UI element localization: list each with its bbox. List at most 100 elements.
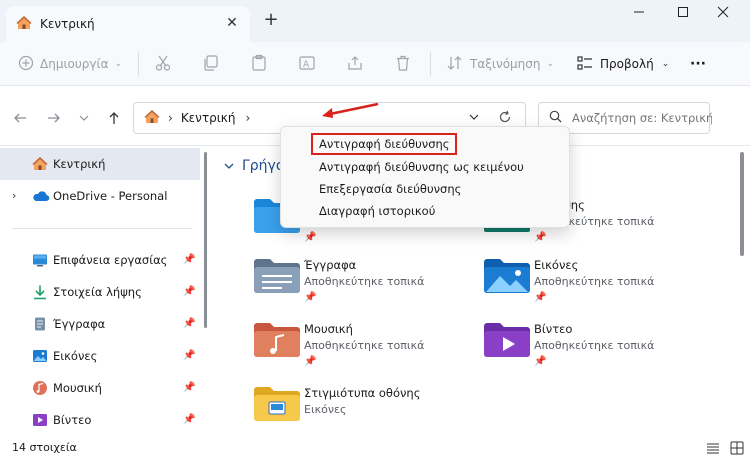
tile-status: Αποθηκεύτηκε τοπικά [534,339,655,352]
delete-button[interactable] [394,42,412,86]
chevron-right-icon[interactable]: › [245,111,250,125]
tile-name: Εικόνες [534,258,579,272]
tab-title: Κεντρική [40,17,95,31]
maximize-button[interactable] [668,2,698,22]
folder-tile-screenshots[interactable]: Στιγμιότυπα οθόνης Εικόνες [252,384,472,444]
tile-name: Έγγραφα [304,258,357,272]
sidebar-item-documents[interactable]: Έγγραφα 📌 [0,308,200,340]
pin-icon[interactable]: 📌 [183,254,195,265]
folder-tile-music[interactable]: Μουσική Αποθηκεύτηκε τοπικά 📌 [252,320,472,380]
new-button[interactable]: Δημιουργία ⌄ [18,42,122,86]
paste-button[interactable] [250,42,268,86]
sidebar-item-label: Μουσική [53,381,102,395]
cloud-icon [32,188,50,204]
search-input[interactable] [572,111,712,125]
folder-tile-video[interactable]: Βίντεο Αποθηκεύτηκε τοπικά 📌 [482,320,702,380]
tab-close-icon[interactable]: ✕ [224,15,240,31]
address-history-dropdown[interactable] [468,111,480,126]
pin-icon[interactable]: 📌 [183,350,195,361]
section-title: Γρήγο [242,158,285,174]
sidebar-item-onedrive[interactable]: › OneDrive - Personal [0,180,200,212]
pin-icon[interactable]: 📌 [183,414,195,425]
up-button[interactable] [104,108,124,128]
title-bar: Κεντρική ✕ + [0,0,750,42]
tab-home[interactable]: Κεντρική ✕ [6,6,250,42]
toolbar-divider [430,52,431,76]
screenshots-folder-icon [252,384,302,424]
documents-folder-icon [252,256,302,296]
pin-icon[interactable]: 📌 [534,232,546,243]
sidebar-item-music[interactable]: Μουσική 📌 [0,372,200,404]
share-button[interactable] [346,42,364,86]
details-view-button[interactable] [706,441,720,458]
cut-button[interactable] [154,42,172,86]
search-icon [549,110,562,126]
new-button-label: Δημιουργία [40,57,109,71]
share-icon [346,54,364,75]
svg-text:A: A [303,60,310,70]
forward-button[interactable] [44,108,64,128]
pin-icon[interactable]: 📌 [183,382,195,393]
pin-icon[interactable]: 📌 [183,286,195,297]
pin-icon[interactable]: 📌 [183,318,195,329]
pin-icon[interactable]: 📌 [534,292,546,303]
menu-item-copy-address[interactable]: Αντιγραφή διεύθυνσης [319,137,450,151]
recent-locations-button[interactable] [74,108,94,128]
chevron-down-icon: ⌄ [546,59,555,69]
sidebar-item-video[interactable]: Βίντεο 📌 [0,404,200,436]
item-count: 14 στοιχεία [12,441,77,454]
pin-icon[interactable]: 📌 [304,292,316,303]
sidebar-item-desktop[interactable]: Επιφάνεια εργασίας 📌 [0,244,200,276]
refresh-button[interactable] [498,110,512,127]
content-scrollbar[interactable] [740,152,744,256]
menu-item-edit-address[interactable]: Επεξεργασία διεύθυνσης [319,182,461,196]
chevron-right-icon[interactable]: › [12,189,16,202]
sidebar-divider [12,228,192,229]
tile-name: Βίντεο [534,322,573,336]
menu-item-copy-address-as-text[interactable]: Αντιγραφή διεύθυνσης ως κειμένου [319,160,524,174]
tile-status: Εικόνες [304,403,347,416]
sidebar-item-label: OneDrive - Personal [53,189,168,203]
sort-button[interactable]: Ταξινόμηση ⌄ [446,42,554,86]
scissors-icon [154,54,172,75]
tiles-view-button[interactable] [730,441,744,458]
copy-button[interactable] [202,42,220,86]
sidebar-item-label: Επιφάνεια εργασίας [53,253,168,267]
minimize-button[interactable] [624,2,654,22]
download-icon [32,284,48,300]
view-button[interactable]: Προβολή ⌄ [576,42,669,86]
sort-label: Ταξινόμηση [470,57,541,71]
chevron-down-icon [79,115,89,121]
sidebar-item-home[interactable]: Κεντρική [0,148,200,180]
documents-icon [32,316,48,332]
folder-tile-pictures[interactable]: Εικόνες Αποθηκεύτηκε τοπικά 📌 [482,256,702,316]
sidebar-item-pictures[interactable]: Εικόνες 📌 [0,340,200,372]
refresh-icon [499,110,511,123]
chevron-down-icon: ⌄ [661,59,670,69]
chevron-right-icon: › [168,111,173,125]
folder-tile-documents[interactable]: Έγγραφα Αποθηκεύτηκε τοπικά 📌 [252,256,472,316]
copy-icon [202,54,220,75]
menu-item-delete-history[interactable]: Διαγραφή ιστορικού [319,204,435,218]
back-button[interactable] [10,108,30,128]
tile-name: Μουσική [304,322,353,336]
pin-icon[interactable]: 📌 [534,356,546,367]
rename-button[interactable]: A [298,42,316,86]
annotation-arrow-icon [322,102,379,118]
pin-icon[interactable]: 📌 [304,356,316,367]
sidebar-item-label: Βίντεο [53,413,92,427]
sidebar-scrollbar[interactable] [204,152,207,328]
sidebar-item-downloads[interactable]: Στοιχεία λήψης 📌 [0,276,200,308]
chevron-down-icon [224,163,234,169]
command-bar: Δημιουργία ⌄ A Ταξινόμηση ⌄ Προβολή ⌄ ··… [0,42,750,86]
quick-access-header[interactable]: Γρήγο [224,158,284,174]
details-view-icon [707,443,719,454]
navigation-pane: Κεντρική › OneDrive - Personal Επιφάνεια… [0,146,200,438]
close-window-button[interactable] [708,2,738,22]
pin-icon[interactable]: 📌 [304,232,316,243]
music-icon [32,380,48,396]
view-label: Προβολή [600,57,654,71]
breadcrumb-home[interactable]: Κεντρική [181,111,236,125]
new-tab-button[interactable]: + [262,11,280,29]
more-options-button[interactable]: ··· [690,42,706,86]
